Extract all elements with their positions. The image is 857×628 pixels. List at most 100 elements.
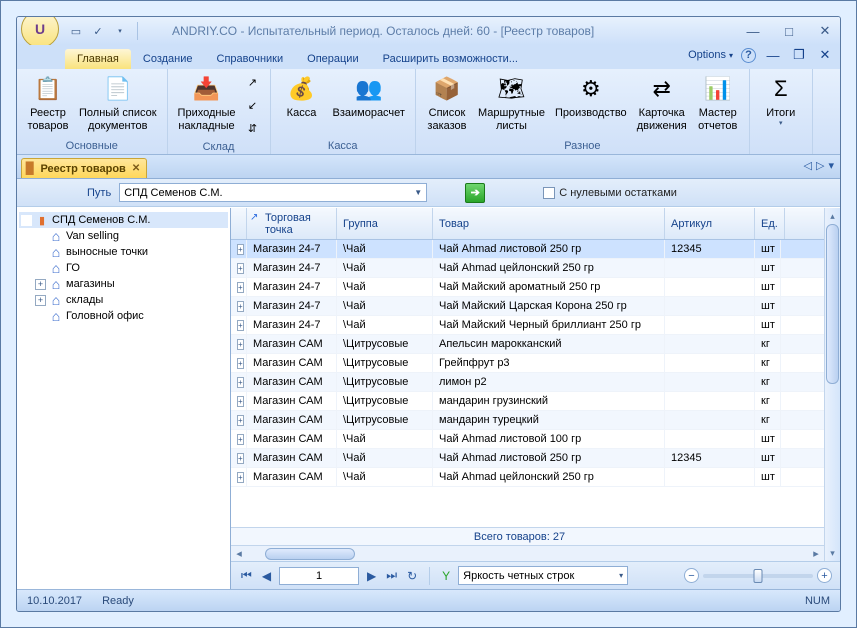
path-combobox[interactable]: СПД Семенов С.М. ▼ <box>119 183 427 202</box>
table-row[interactable]: +Магазин САМ\ЦитрусовыеАпельсин мароккан… <box>231 335 824 354</box>
table-row[interactable]: +Магазин САМ\Цитрусовыелимон р2кг <box>231 373 824 392</box>
ribbon-button[interactable]: ΣИтоги▾ <box>756 71 806 130</box>
ribbon-tab-0[interactable]: Главная <box>65 49 131 69</box>
row-expand-icon[interactable]: + <box>237 339 244 350</box>
nav-refresh-icon[interactable]: ↻ <box>405 569 419 583</box>
col-tradepoint[interactable]: Торговая точка <box>247 208 337 239</box>
tab-close-icon[interactable]: ✕ <box>132 163 140 174</box>
qa-save-icon[interactable]: ✓ <box>89 22 107 40</box>
ribbon-small-button[interactable]: ↙ <box>242 94 264 116</box>
ribbon-button[interactable]: 📋Реестртоваров <box>23 71 73 134</box>
tree-node[interactable]: +магазины <box>19 276 228 292</box>
nav-first-icon[interactable]: ⏮ <box>239 568 254 583</box>
horizontal-scrollbar[interactable]: ◂ ▸ <box>231 545 824 561</box>
table-row[interactable]: +Магазин САМ\ЧайЧай Ahmad листовой 250 г… <box>231 449 824 468</box>
row-expand-icon[interactable]: + <box>237 434 244 445</box>
nav-last-icon[interactable]: ⏭ <box>384 568 399 583</box>
ribbon-small-button[interactable]: ↗ <box>242 71 264 93</box>
ribbon-tab-1[interactable]: Создание <box>131 49 205 69</box>
mdi-restore-button[interactable]: ❐ <box>790 47 808 63</box>
row-expand-icon[interactable]: + <box>237 396 244 407</box>
table-row[interactable]: +Магазин САМ\ЦитрусовыеГрейпфрут р3кг <box>231 354 824 373</box>
row-expand-icon[interactable]: + <box>237 301 244 312</box>
tab-scroll-right-icon[interactable]: ▷ <box>816 159 824 172</box>
scroll-down-icon[interactable]: ▾ <box>825 545 840 561</box>
help-icon[interactable]: ? <box>741 48 756 63</box>
table-row[interactable]: +Магазин САМ\Цитрусовыемандарин турецкий… <box>231 411 824 430</box>
zoom-slider[interactable] <box>703 574 813 578</box>
qa-dropdown-icon[interactable]: ▾ <box>111 22 129 40</box>
nav-next-icon[interactable]: ▶ <box>365 569 378 583</box>
table-row[interactable]: +Магазин 24-7\ЧайЧай Майский ароматный 2… <box>231 278 824 297</box>
ribbon-tab-2[interactable]: Справочники <box>205 49 296 69</box>
mdi-close-button[interactable]: ✕ <box>816 47 834 63</box>
ribbon-button[interactable]: 📦Списокзаказов <box>422 71 472 134</box>
hscroll-thumb[interactable] <box>265 548 355 560</box>
scroll-up-icon[interactable]: ▴ <box>825 208 840 224</box>
table-row[interactable]: +Магазин 24-7\ЧайЧай Майский Царская Кор… <box>231 297 824 316</box>
row-expand-icon[interactable]: + <box>237 472 244 483</box>
table-row[interactable]: +Магазин САМ\Цитрусовыемандарин грузинск… <box>231 392 824 411</box>
table-row[interactable]: +Магазин 24-7\ЧайЧай Ahmad листовой 250 … <box>231 240 824 259</box>
go-button[interactable]: ➔ <box>465 183 485 203</box>
row-expand-icon[interactable]: + <box>237 453 244 464</box>
ribbon-button[interactable]: 💰Касса <box>277 71 327 122</box>
tree-node[interactable]: ГО <box>19 260 228 276</box>
qa-new-icon[interactable]: ▭ <box>67 22 85 40</box>
col-article[interactable]: Артикул <box>665 208 755 239</box>
zoom-in-button[interactable]: + <box>817 568 832 583</box>
ribbon-button[interactable]: ⚙Производство <box>551 71 631 122</box>
maximize-button[interactable]: □ <box>780 23 798 39</box>
ribbon-button[interactable]: 🗺Маршрутныелисты <box>474 71 549 134</box>
filter-icon[interactable]: Y <box>440 569 452 583</box>
ribbon-button[interactable]: ⇄Карточкадвижения <box>633 71 691 134</box>
ribbon-small-button[interactable]: ⇵ <box>242 117 264 139</box>
ribbon-button[interactable]: 📥Приходныенакладные <box>174 71 240 134</box>
row-expand-icon[interactable]: + <box>237 377 244 388</box>
table-row[interactable]: +Магазин 24-7\ЧайЧай Ahmad цейлонский 25… <box>231 259 824 278</box>
tree-pane[interactable]: СПД Семенов С.М.Van sellingвыносные точк… <box>17 208 231 589</box>
row-expand-icon[interactable]: + <box>237 244 244 255</box>
col-unit[interactable]: Ед. <box>755 208 785 239</box>
table-row[interactable]: +Магазин САМ\ЧайЧай Ahmad листовой 100 г… <box>231 430 824 449</box>
scroll-right-icon[interactable]: ▸ <box>808 547 824 560</box>
minimize-button[interactable]: — <box>744 23 762 39</box>
tab-scroll-left-icon[interactable]: ◁ <box>804 159 812 172</box>
vscroll-thumb[interactable] <box>826 224 839 384</box>
ribbon-tab-4[interactable]: Расширить возможности... <box>371 49 530 69</box>
row-expand-icon[interactable]: + <box>237 358 244 369</box>
vertical-scrollbar[interactable]: ▴ ▾ <box>824 208 840 561</box>
tree-node[interactable]: выносные точки <box>19 244 228 260</box>
grid-body[interactable]: +Магазин 24-7\ЧайЧай Ahmad листовой 250 … <box>231 240 824 527</box>
tree-node[interactable]: СПД Семенов С.М. <box>19 212 228 228</box>
ribbon-tab-3[interactable]: Операции <box>295 49 370 69</box>
zoom-out-button[interactable]: − <box>684 568 699 583</box>
col-product[interactable]: Товар <box>433 208 665 239</box>
zero-stock-checkbox[interactable]: С нулевыми остатками <box>543 187 677 199</box>
close-button[interactable]: ✕ <box>816 23 834 39</box>
row-expand-icon[interactable]: + <box>237 415 244 426</box>
tree-expand-icon[interactable]: + <box>35 279 46 290</box>
tree-node[interactable]: +склады <box>19 292 228 308</box>
brightness-combobox[interactable]: Яркость четных строк <box>458 566 628 585</box>
tree-node[interactable]: Головной офис <box>19 308 228 324</box>
row-expand-icon[interactable]: + <box>237 320 244 331</box>
page-input[interactable] <box>279 567 359 585</box>
ribbon-button[interactable]: 📄Полный списокдокументов <box>75 71 161 134</box>
tree-expand-icon[interactable]: + <box>35 295 46 306</box>
mdi-minimize-button[interactable]: — <box>764 47 782 63</box>
tree-node[interactable]: Van selling <box>19 228 228 244</box>
scroll-left-icon[interactable]: ◂ <box>231 547 247 560</box>
row-expand-icon[interactable]: + <box>237 263 244 274</box>
zoom-thumb[interactable] <box>754 569 763 583</box>
document-tab[interactable]: ▉ Реестр товаров ✕ <box>21 158 147 178</box>
table-row[interactable]: +Магазин САМ\ЧайЧай Ahmad цейлонский 250… <box>231 468 824 487</box>
col-expand[interactable] <box>231 208 247 239</box>
app-icon[interactable]: U <box>21 16 59 48</box>
options-menu[interactable]: Options <box>688 49 733 61</box>
col-group[interactable]: Группа <box>337 208 433 239</box>
row-expand-icon[interactable]: + <box>237 282 244 293</box>
tab-list-icon[interactable]: ▾ <box>828 159 834 172</box>
ribbon-button[interactable]: 👥Взаиморасчет <box>329 71 409 122</box>
nav-prev-icon[interactable]: ◀ <box>260 569 273 583</box>
